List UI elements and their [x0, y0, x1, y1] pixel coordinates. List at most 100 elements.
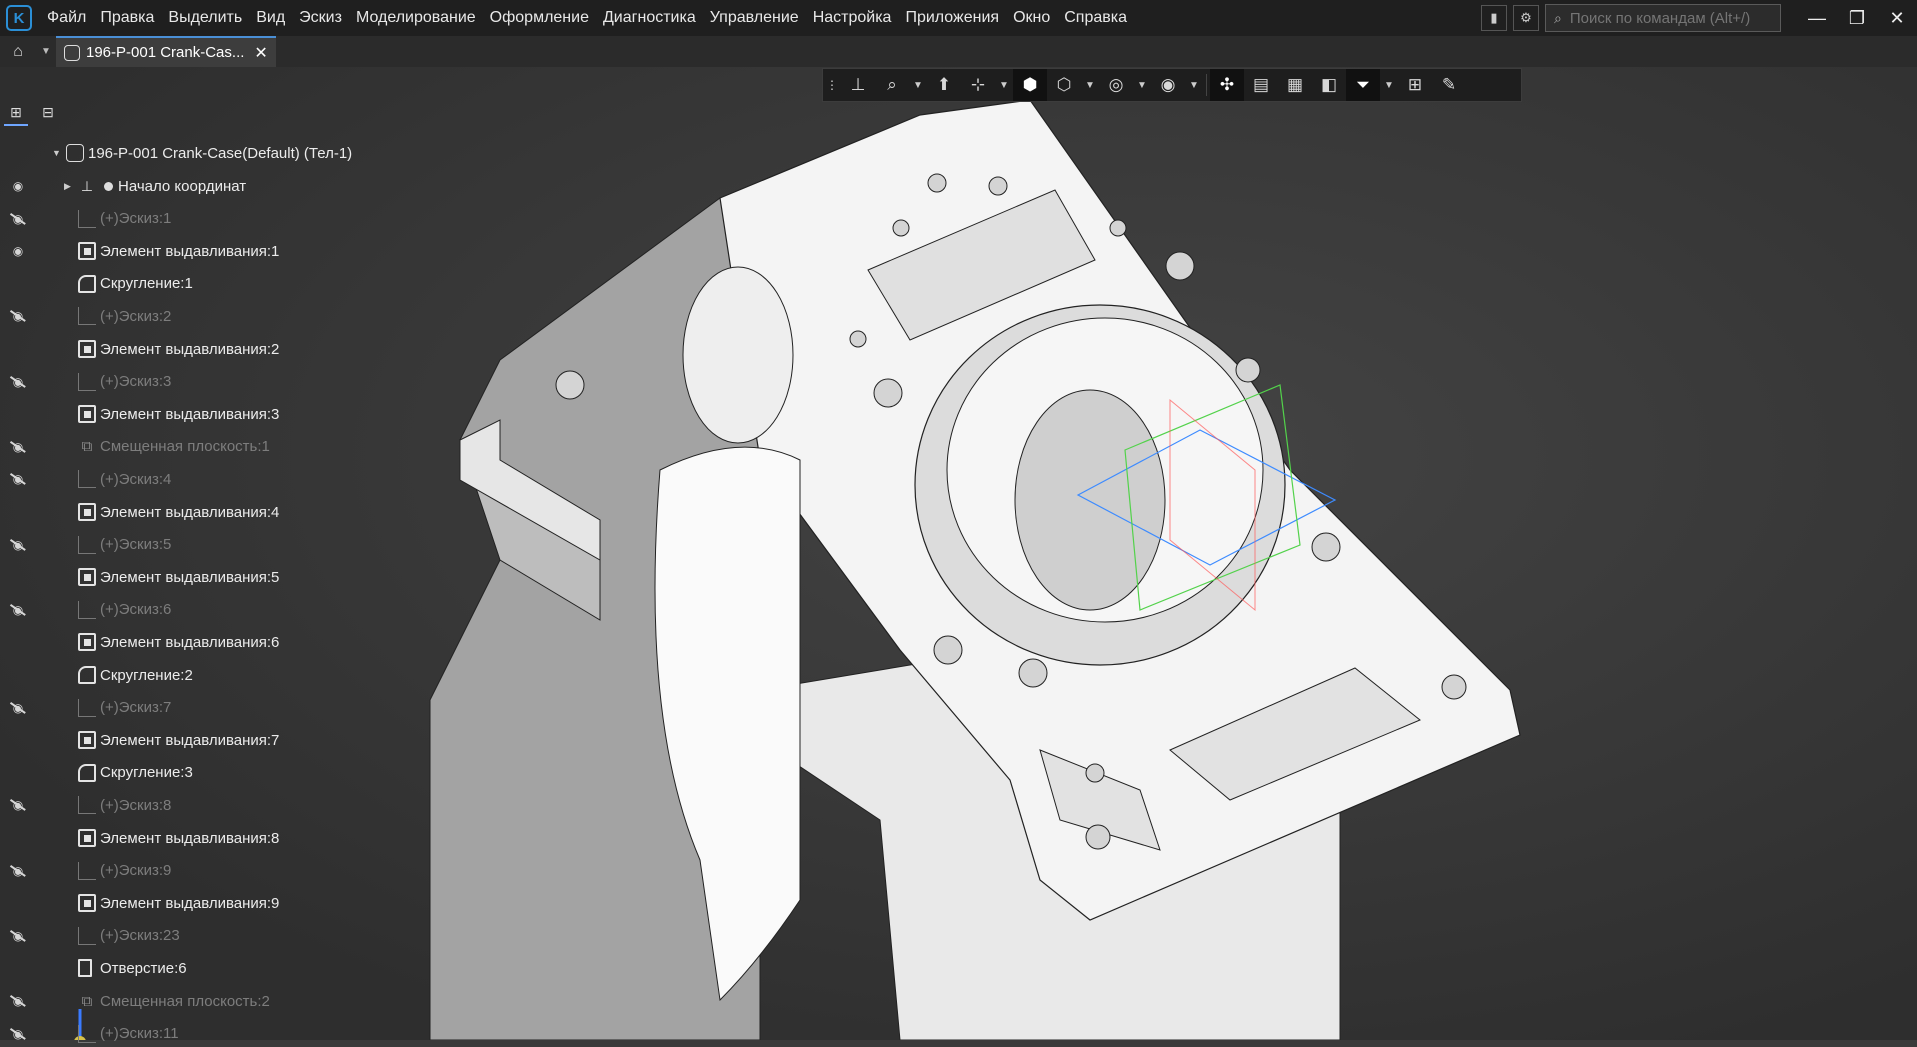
hidden-eye-icon[interactable]: ◉ — [8, 375, 28, 389]
tree-row[interactable]: Скругление:3 — [0, 760, 400, 786]
menu-item[interactable]: Настройка — [806, 0, 899, 36]
tree-history-icon[interactable]: ⊟ — [36, 100, 60, 124]
visible-eye-icon[interactable]: ◉ — [8, 244, 28, 258]
hidden-eye-icon[interactable]: ◉ — [8, 994, 28, 1008]
zoom-icon[interactable]: ⌕ — [875, 69, 909, 101]
menu-item[interactable]: Диагностика — [596, 0, 703, 36]
section-dropdown-icon[interactable]: ▼ — [1185, 69, 1203, 101]
menu-item[interactable]: Эскиз — [292, 0, 349, 36]
tree-row[interactable]: ◉ (+)Эскиз:9 — [0, 858, 400, 884]
standard-views-icon[interactable]: ⬆ — [927, 69, 961, 101]
tree-row[interactable]: ◉ (+)Эскиз:11 — [0, 1021, 400, 1047]
zoom-dropdown-icon[interactable]: ▼ — [909, 69, 927, 101]
tree-row[interactable]: ◉ (+)Эскиз:5 — [0, 532, 400, 558]
document-tab[interactable]: 196-P-001 Crank-Cas... ✕ — [56, 36, 276, 67]
hidden-eye-icon[interactable]: ◉ — [8, 212, 28, 226]
orientation-icon[interactable]: ⊥ — [841, 69, 875, 101]
tree-row[interactable]: Элемент выдавливания:9 — [0, 890, 400, 916]
visible-eye-icon[interactable]: ◉ — [8, 179, 28, 193]
fillet-icon — [78, 666, 96, 684]
command-search[interactable]: ⌕ — [1545, 4, 1781, 32]
menu-item[interactable]: Правка — [93, 0, 161, 36]
hide-dropdown-icon[interactable]: ▼ — [1133, 69, 1151, 101]
restore-icon[interactable]: ❐ — [1837, 0, 1877, 36]
menu-item[interactable]: Вид — [249, 0, 292, 36]
tree-row[interactable]: ◉ (+)Эскиз:7 — [0, 695, 400, 721]
tree-row[interactable]: Элемент выдавливания:2 — [0, 336, 400, 362]
menu-item[interactable]: Управление — [703, 0, 806, 36]
settings-icon[interactable]: ⚙ — [1513, 5, 1539, 31]
tree-row[interactable]: Элемент выдавливания:6 — [0, 629, 400, 655]
panel-toggle-icon[interactable]: ▮ — [1481, 5, 1507, 31]
menu-item[interactable]: Оформление — [483, 0, 596, 36]
tree-row[interactable]: ◉ (+)Эскиз:8 — [0, 792, 400, 818]
hidden-eye-icon[interactable]: ◉ — [8, 864, 28, 878]
axes-icon[interactable]: ⊹ — [961, 69, 995, 101]
close-icon[interactable]: ✕ — [1877, 0, 1917, 36]
tree-row[interactable]: ◉ (+)Эскиз:1 — [0, 206, 400, 232]
menu-item[interactable]: Окно — [1006, 0, 1057, 36]
tree-row[interactable]: Элемент выдавливания:4 — [0, 499, 400, 525]
tree-row[interactable]: Элемент выдавливания:3 — [0, 401, 400, 427]
eyedropper-icon[interactable]: ✎ — [1432, 69, 1466, 101]
close-tab-icon[interactable]: ✕ — [254, 43, 267, 63]
section-icon[interactable]: ◉ — [1151, 69, 1185, 101]
menu-item[interactable]: Справка — [1057, 0, 1134, 36]
tree-row[interactable]: Элемент выдавливания:8 — [0, 825, 400, 851]
filter-dropdown-icon[interactable]: ▼ — [1380, 69, 1398, 101]
hidden-eye-icon[interactable]: ◉ — [8, 701, 28, 715]
hide-icon[interactable]: ◎ — [1099, 69, 1133, 101]
view-settings-icon[interactable]: ⊞ — [1398, 69, 1432, 101]
tree-root[interactable]: ▼ 196-P-001 Crank-Case(Default) (Тел-1) — [0, 140, 400, 166]
toolbar-grip-icon[interactable]: ⋮ — [823, 69, 841, 101]
tree-row[interactable]: ◉ (+)Эскиз:3 — [0, 369, 400, 395]
tree-row[interactable]: ◉ ⧉ Смещенная плоскость:2 — [0, 988, 400, 1014]
tree-row[interactable]: ◉ (+)Эскиз:2 — [0, 303, 400, 329]
extrude-icon — [78, 568, 96, 587]
hidden-eye-icon[interactable]: ◉ — [8, 929, 28, 943]
home-icon[interactable]: ⌂ — [0, 36, 36, 67]
axes-dropdown-icon[interactable]: ▼ — [995, 69, 1013, 101]
tab-dropdown-icon[interactable]: ▼ — [36, 46, 56, 57]
tree-row[interactable]: ◉ (+)Эскиз:23 — [0, 923, 400, 949]
hole-icon — [78, 959, 92, 978]
properties-icon[interactable]: ▦ — [1278, 69, 1312, 101]
tree-row[interactable]: ◉ Элемент выдавливания:1 — [0, 238, 400, 264]
shaded-view-icon[interactable]: ⬢ — [1013, 69, 1047, 101]
tree-row[interactable]: ◉ (+)Эскиз:4 — [0, 466, 400, 492]
hidden-eye-icon[interactable]: ◉ — [8, 798, 28, 812]
tree-row[interactable]: Скругление:1 — [0, 271, 400, 297]
appearance-icon[interactable]: ◧ — [1312, 69, 1346, 101]
extrude-icon — [78, 894, 96, 913]
tree-row[interactable]: Элемент выдавливания:5 — [0, 564, 400, 590]
measure-icon[interactable]: ✣ — [1210, 69, 1244, 101]
menu-item[interactable]: Файл — [40, 0, 93, 36]
hidden-eye-icon[interactable]: ◉ — [8, 603, 28, 617]
tree-structure-icon[interactable]: ⊞ — [4, 100, 28, 126]
hidden-eye-icon[interactable]: ◉ — [8, 472, 28, 486]
layers-icon[interactable]: ▤ — [1244, 69, 1278, 101]
menu-item[interactable]: Выделить — [161, 0, 249, 36]
tree-row[interactable]: ◉ ▶ ⊥ Начало координат — [0, 173, 400, 199]
hidden-eye-icon[interactable]: ◉ — [8, 1027, 28, 1041]
hidden-eye-icon[interactable]: ◉ — [8, 309, 28, 323]
tree-row[interactable]: ◉ ⧉ Смещенная плоскость:1 — [0, 434, 400, 460]
command-search-input[interactable] — [1567, 8, 1772, 28]
sketch-icon — [78, 209, 96, 228]
hidden-eye-icon[interactable]: ◉ — [8, 440, 28, 454]
app-logo-icon[interactable]: K — [6, 5, 32, 31]
tree-row-label: Элемент выдавливания:5 — [100, 568, 280, 586]
expand-arrow-icon[interactable]: ▼ — [52, 148, 62, 158]
display-mode-dropdown-icon[interactable]: ▼ — [1081, 69, 1099, 101]
hidden-eye-icon[interactable]: ◉ — [8, 538, 28, 552]
tree-row[interactable]: Отверстие:6 — [0, 955, 400, 981]
tree-row[interactable]: Элемент выдавливания:7 — [0, 727, 400, 753]
menu-item[interactable]: Моделирование — [349, 0, 483, 36]
menu-item[interactable]: Приложения — [898, 0, 1006, 36]
filter-icon[interactable]: ⏷ — [1346, 69, 1380, 101]
tree-row[interactable]: ◉ (+)Эскиз:6 — [0, 597, 400, 623]
wireframe-icon[interactable]: ⬡ — [1047, 69, 1081, 101]
minimize-icon[interactable]: — — [1797, 0, 1837, 36]
expand-arrow-icon[interactable]: ▶ — [64, 181, 74, 192]
tree-row[interactable]: Скругление:2 — [0, 662, 400, 688]
